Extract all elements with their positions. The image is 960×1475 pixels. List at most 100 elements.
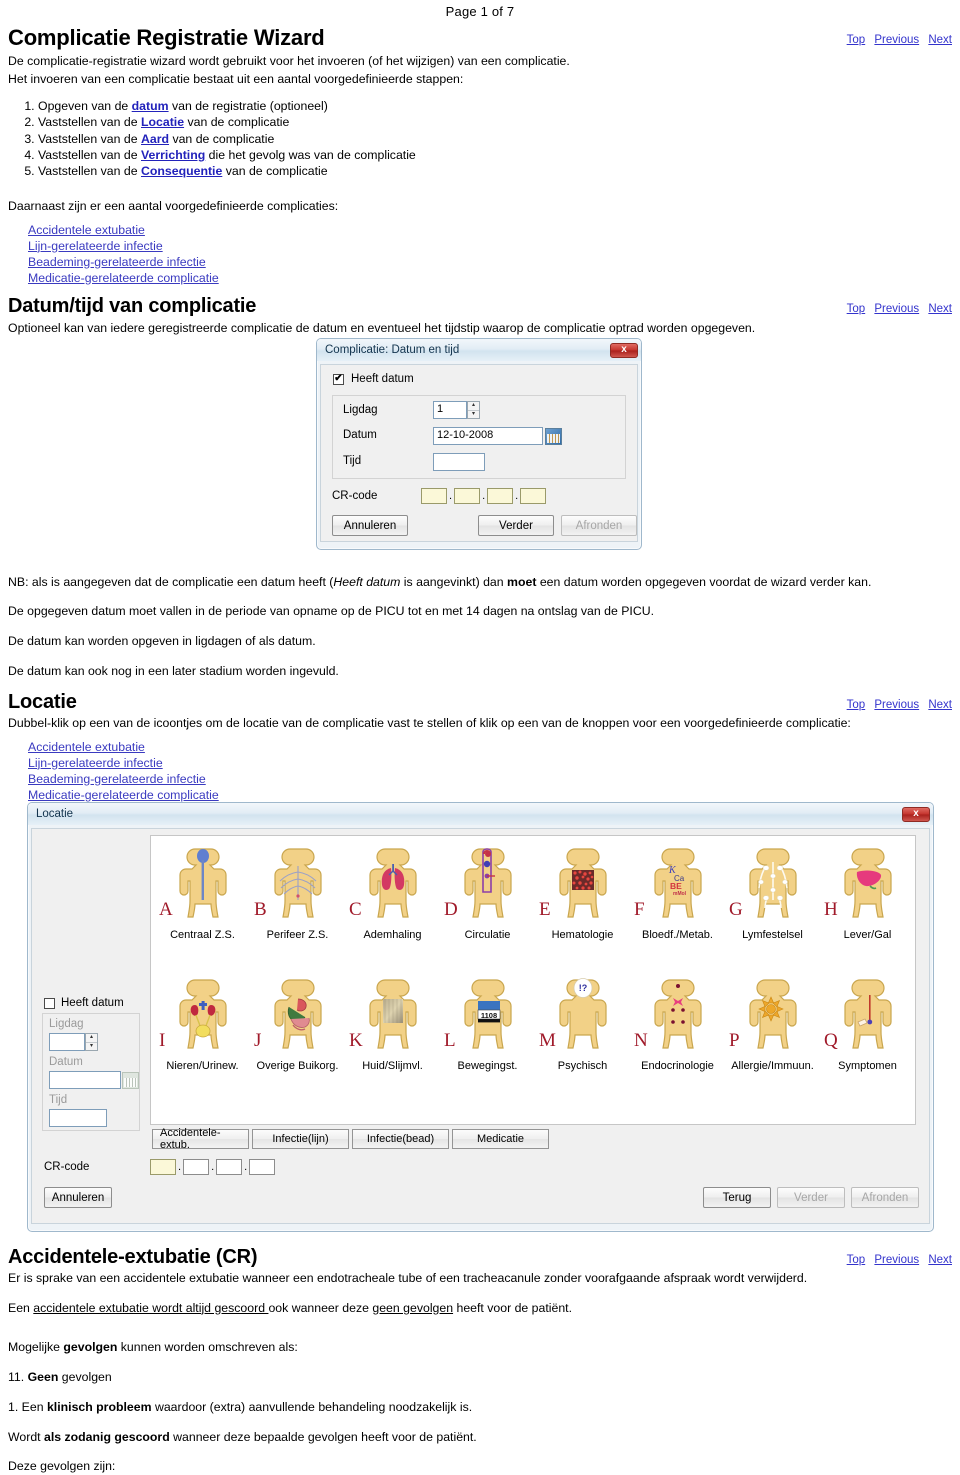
top-link[interactable]: Top xyxy=(847,1254,866,1266)
spinner-ligdag[interactable]: ▴ ▾ xyxy=(85,1033,98,1051)
ligdag-stepper[interactable]: 1 ▴ ▾ xyxy=(433,401,480,419)
preset-infectie-bead-button[interactable]: Infectie(bead) xyxy=(352,1129,449,1149)
input-datum[interactable]: 12-10-2008 xyxy=(433,427,543,445)
step-link-consequentie[interactable]: Consequentie xyxy=(141,164,222,178)
letter-label: D xyxy=(444,899,458,920)
next-link[interactable]: Next xyxy=(928,34,952,46)
crcode-cell-4[interactable] xyxy=(520,488,547,504)
checkbox-heeft-datum[interactable] xyxy=(44,997,55,1009)
step-item: Opgeven van de datum van de registratie … xyxy=(38,98,952,114)
label-ligdag: Ligdag xyxy=(343,404,378,416)
step-link-datum[interactable]: datum xyxy=(132,99,169,113)
step-link-aard[interactable]: Aard xyxy=(141,132,169,146)
previous-link[interactable]: Previous xyxy=(874,34,919,46)
previous-link[interactable]: Previous xyxy=(874,1254,919,1266)
input-datum[interactable] xyxy=(49,1071,121,1089)
input-tijd[interactable] xyxy=(433,453,485,471)
back-button[interactable]: Terug xyxy=(703,1187,771,1208)
close-icon[interactable]: x xyxy=(610,342,638,358)
previous-link[interactable]: Previous xyxy=(874,303,919,315)
input-tijd[interactable] xyxy=(49,1109,107,1127)
link-beademing-gerelateerde-infectie[interactable]: Beademing-gerelateerde infectie xyxy=(28,772,206,786)
location-option-a[interactable]: A Centraal Z.S. xyxy=(155,842,250,941)
next-button[interactable]: Verder xyxy=(478,515,554,536)
input-ligdag[interactable] xyxy=(49,1033,85,1051)
dialog-titlebar[interactable]: Complicatie: Datum en tijd x xyxy=(317,339,641,361)
datum-field-row[interactable]: 12-10-2008 xyxy=(433,427,562,445)
location-option-i[interactable]: I Nieren/Urinew. xyxy=(155,973,250,1072)
note-part: NB: als is aangegeven dat de complicatie… xyxy=(8,574,334,589)
crcode-cell-3[interactable] xyxy=(487,488,514,504)
next-link[interactable]: Next xyxy=(928,303,952,315)
link-lijn-gerelateerde-infectie[interactable]: Lijn-gerelateerde infectie xyxy=(28,756,163,770)
next-link[interactable]: Next xyxy=(928,699,952,711)
letter-label: H xyxy=(824,899,838,920)
location-option-d[interactable]: D Circulatie xyxy=(440,842,535,941)
preset-accidentele-extub-button[interactable]: Accidentele-extub. xyxy=(152,1127,249,1151)
spinner-down-icon[interactable]: ▾ xyxy=(468,411,479,419)
spinner-ligdag[interactable]: ▴ ▾ xyxy=(467,401,480,419)
link-accidentele-extubatie[interactable]: Accidentele extubatie xyxy=(28,223,145,237)
location-option-l[interactable]: 1108 L Bewegingst. xyxy=(440,973,535,1072)
link-medicatie-gerelateerde-complicatie[interactable]: Medicatie-gerelateerde complicatie xyxy=(28,788,219,802)
location-option-k[interactable]: K Huid/Slijmvl. xyxy=(345,973,440,1072)
heeft-datum-checkbox-row[interactable]: Heeft datum xyxy=(44,997,143,1009)
step-link-locatie[interactable]: Locatie xyxy=(141,115,184,129)
crcode-cell-4[interactable] xyxy=(249,1159,276,1175)
location-option-b[interactable]: B Perifeer Z.S. xyxy=(250,842,345,941)
link-beademing-gerelateerde-infectie[interactable]: Beademing-gerelateerde infectie xyxy=(28,255,206,269)
calendar-icon[interactable] xyxy=(122,1071,139,1089)
datum-field-row[interactable] xyxy=(49,1071,139,1089)
text-underline: accidentele extubatie wordt altijd gesco… xyxy=(33,1300,269,1315)
location-option-m[interactable]: !? M Psychisch xyxy=(535,973,630,1072)
checkbox-heeft-datum[interactable]: ✔ xyxy=(333,373,344,385)
document-page: Page 1 of 7 Complicatie Registratie Wiza… xyxy=(0,0,960,1473)
crcode-cell-2[interactable] xyxy=(454,488,481,504)
heeft-datum-checkbox-row[interactable]: ✔ Heeft datum xyxy=(333,373,414,385)
location-option-e[interactable]: E Hematologie xyxy=(535,842,630,941)
top-link[interactable]: Top xyxy=(847,699,866,711)
link-accidentele-extubatie[interactable]: Accidentele extubatie xyxy=(28,740,145,754)
text-part: heeft voor de patiënt. xyxy=(453,1300,573,1315)
previous-link[interactable]: Previous xyxy=(874,699,919,711)
link-lijn-gerelateerde-infectie[interactable]: Lijn-gerelateerde infectie xyxy=(28,239,163,253)
icon-caption: Circulatie xyxy=(464,929,511,941)
location-option-h[interactable]: H Lever/Gal xyxy=(820,842,915,941)
spinner-up-icon[interactable]: ▴ xyxy=(468,402,479,411)
preset-infectie-lijn-button[interactable]: Infectie(lijn) xyxy=(252,1129,349,1149)
location-option-p[interactable]: P Allergie/Immuun. xyxy=(725,973,820,1072)
next-link[interactable]: Next xyxy=(928,1254,952,1266)
crcode-cell-2[interactable] xyxy=(183,1159,210,1175)
locatie-complication-links: Accidentele extubatie Lijn-gerelateerde … xyxy=(8,740,952,804)
crcode-cell-3[interactable] xyxy=(216,1159,243,1175)
top-link[interactable]: Top xyxy=(847,303,866,315)
accidentele-p1: Er is sprake van een accidentele extubat… xyxy=(8,1271,808,1285)
location-option-q[interactable]: Q Symptomen xyxy=(820,973,915,1072)
crcode-cell-1[interactable] xyxy=(150,1159,176,1175)
location-option-f[interactable]: K Ca BE mMol F Bloedf./Metab. xyxy=(630,842,725,941)
dialog-titlebar[interactable]: Locatie x xyxy=(28,803,933,825)
preset-medicatie-button[interactable]: Medicatie xyxy=(452,1129,549,1149)
input-ligdag[interactable]: 1 xyxy=(433,401,467,419)
ligdag-stepper[interactable]: ▴ ▾ xyxy=(49,1033,98,1051)
calendar-icon[interactable] xyxy=(545,427,562,445)
location-option-c[interactable]: C Ademhaling xyxy=(345,842,440,941)
crcode-cell-1[interactable] xyxy=(421,488,447,504)
top-link[interactable]: Top xyxy=(847,34,866,46)
link-medicatie-gerelateerde-complicatie[interactable]: Medicatie-gerelateerde complicatie xyxy=(28,271,219,285)
finish-button: Afronden xyxy=(561,515,637,536)
note-bold: moet xyxy=(507,574,537,589)
spinner-down-icon[interactable]: ▾ xyxy=(86,1043,97,1051)
psych-marks-label: !? xyxy=(578,983,587,993)
spinner-up-icon[interactable]: ▴ xyxy=(86,1034,97,1043)
location-option-j[interactable]: J Overige Buikorg. xyxy=(250,973,345,1072)
location-option-g[interactable]: G Lymfestelsel xyxy=(725,842,820,941)
step-text-pre: Opgeven van de xyxy=(38,99,132,114)
cancel-button[interactable]: Annuleren xyxy=(44,1187,112,1208)
label-tijd: Tijd xyxy=(49,1094,68,1106)
label-crcode: CR-code xyxy=(44,1161,90,1173)
close-icon[interactable]: x xyxy=(902,806,930,822)
cancel-button[interactable]: Annuleren xyxy=(332,515,408,536)
step-link-verrichting[interactable]: Verrichting xyxy=(141,148,205,162)
location-option-n[interactable]: N Endocrinologie xyxy=(630,973,725,1072)
